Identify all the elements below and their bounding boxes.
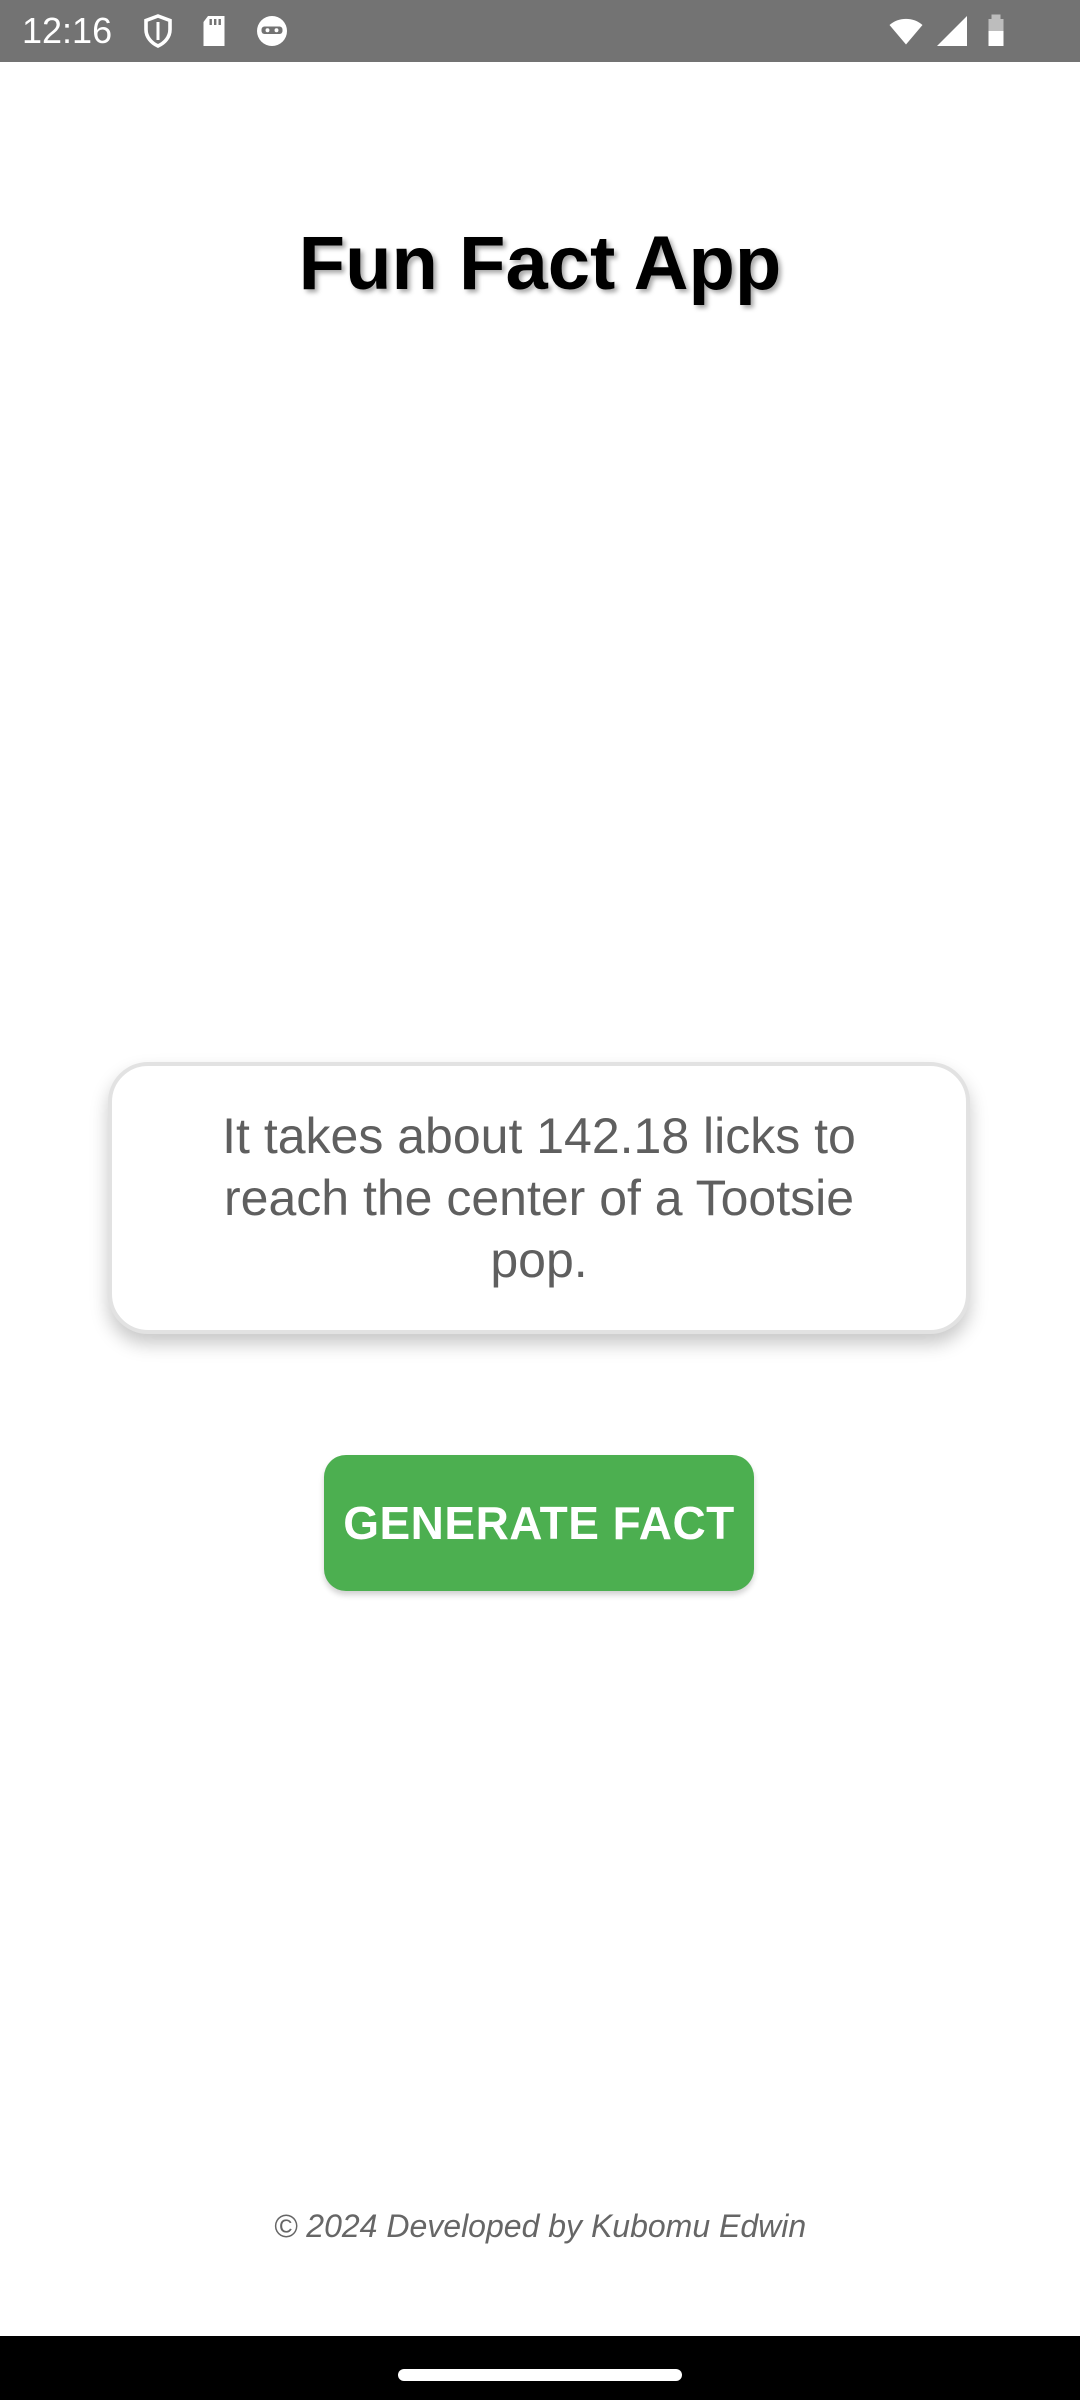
- status-bar: 12:16: [0, 0, 1080, 62]
- footer-credit: © 2024 Developed by Kubomu Edwin: [273, 2208, 807, 2244]
- fact-text: It takes about 142.18 licks to reach the…: [222, 1108, 856, 1288]
- face-icon: [254, 13, 290, 49]
- signal-icon: [934, 13, 970, 49]
- generate-fact-button[interactable]: GENERATE FACT: [324, 1455, 754, 1591]
- navigation-bar: [0, 2336, 1080, 2400]
- status-time: 12:16: [22, 10, 113, 51]
- fact-card: It takes about 142.18 licks to reach the…: [108, 1062, 970, 1334]
- battery-icon: [978, 13, 1014, 49]
- shield-icon: [140, 13, 176, 49]
- wifi-icon: [888, 13, 924, 49]
- sd-card-icon: [196, 13, 232, 49]
- home-gesture-handle[interactable]: [398, 2369, 682, 2381]
- page-title: Fun Fact App: [298, 221, 782, 306]
- app-screen: 12:16 Fun Fact App It takes about 142.18…: [0, 0, 1080, 2400]
